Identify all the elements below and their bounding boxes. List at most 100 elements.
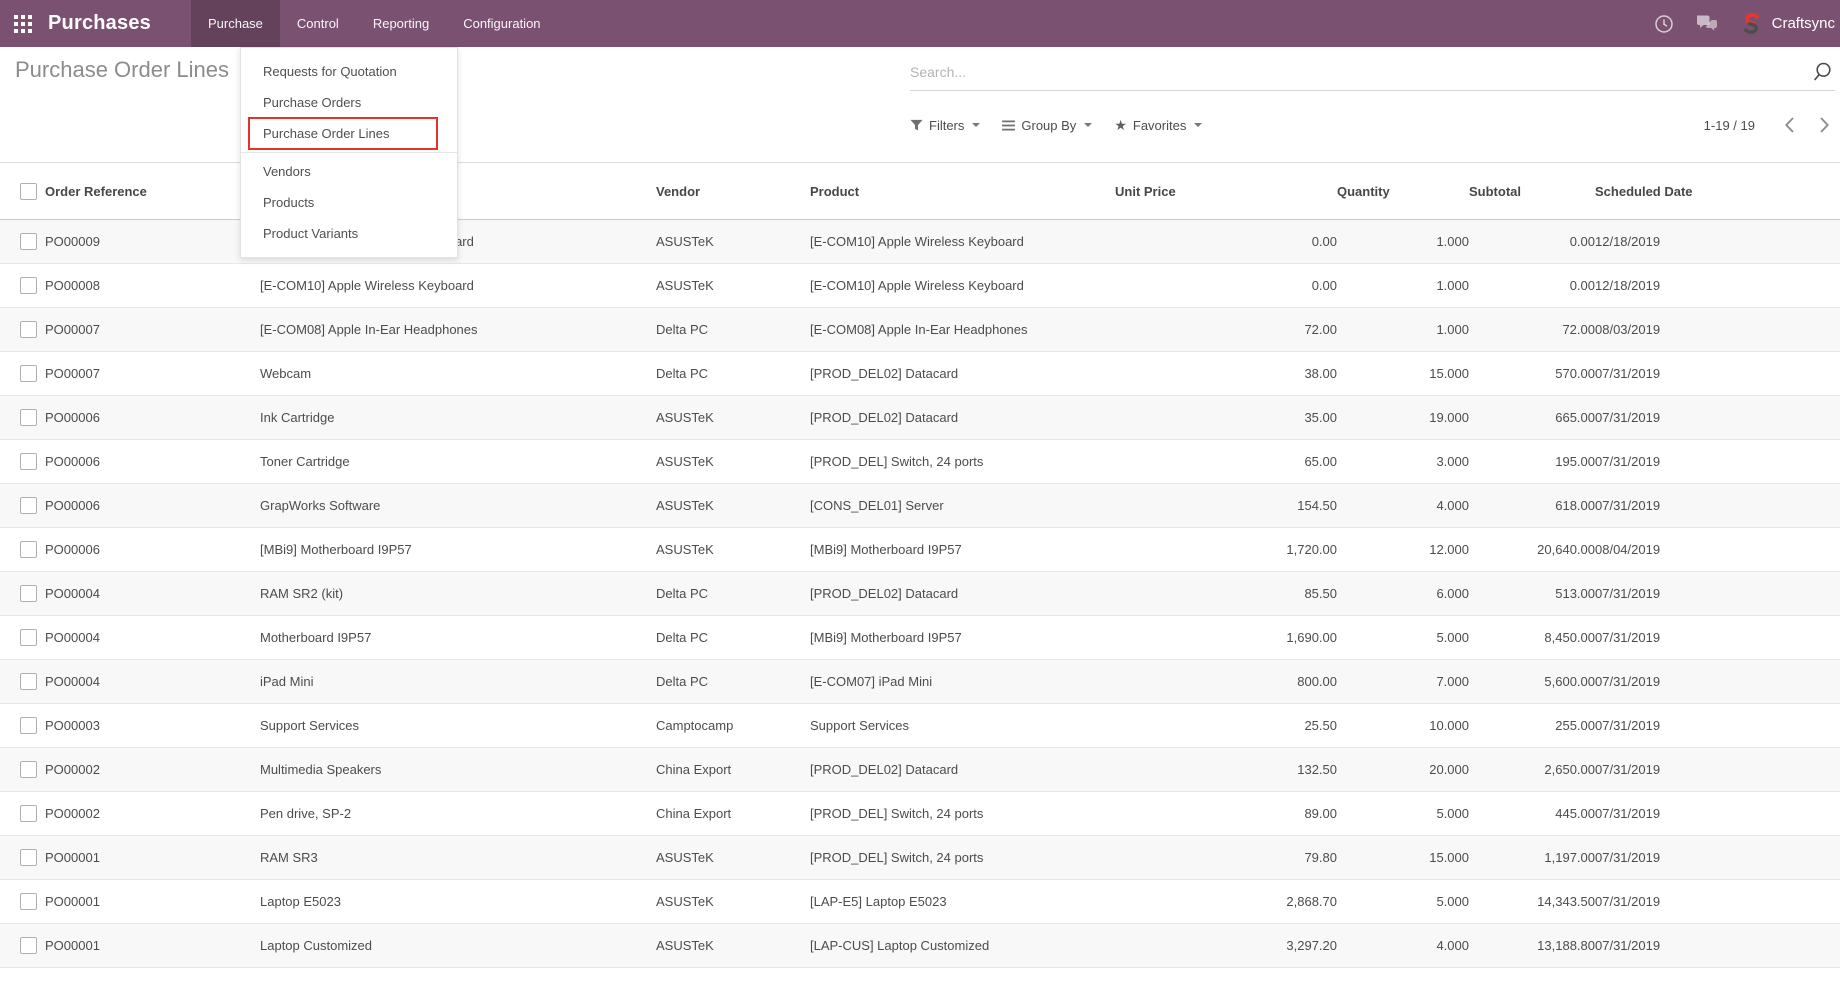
row-checkbox[interactable] [20,761,37,778]
table-row[interactable]: PO00001 Laptop Customized ASUSTeK [LAP-C… [0,924,1840,968]
cell-scheduled-date[interactable]: 07/31/2019 [1595,352,1840,396]
table-row[interactable]: PO00002 Multimedia Speakers China Export… [0,748,1840,792]
cell-order-reference[interactable]: PO00006 [45,528,260,572]
cell-vendor[interactable]: China Export [656,748,810,792]
cell-scheduled-date[interactable]: 08/03/2019 [1595,308,1840,352]
cell-product[interactable]: [PROD_DEL02] Datacard [810,572,1115,616]
row-checkbox[interactable] [20,321,37,338]
cell-vendor[interactable]: ASUSTeK [656,484,810,528]
cell-description[interactable]: Laptop Customized [260,924,656,968]
cell-quantity[interactable]: 20.000 [1337,748,1469,792]
row-checkbox[interactable] [20,805,37,822]
cell-subtotal[interactable]: 195.00 [1469,440,1595,484]
cell-subtotal[interactable]: 513.00 [1469,572,1595,616]
cell-scheduled-date[interactable]: 12/18/2019 [1595,264,1840,308]
user-menu[interactable]: Craftsync [1740,12,1835,35]
cell-product[interactable]: [E-COM08] Apple In-Ear Headphones [810,308,1115,352]
table-row[interactable]: PO00003 Support Services Camptocamp Supp… [0,704,1840,748]
cell-scheduled-date[interactable]: 07/31/2019 [1595,880,1840,924]
table-row[interactable]: PO00002 Pen drive, SP-2 China Export [PR… [0,792,1840,836]
cell-quantity[interactable]: 12.000 [1337,528,1469,572]
cell-subtotal[interactable]: 665.00 [1469,396,1595,440]
cell-subtotal[interactable]: 2,650.00 [1469,748,1595,792]
cell-vendor[interactable]: ASUSTeK [656,440,810,484]
favorites-button[interactable]: ★ Favorites [1114,118,1202,133]
activities-clock-icon[interactable] [1654,14,1674,34]
cell-quantity[interactable]: 19.000 [1337,396,1469,440]
cell-unit-price[interactable]: 79.80 [1115,836,1337,880]
messages-chat-icon[interactable] [1695,14,1719,33]
cell-subtotal[interactable]: 618.00 [1469,484,1595,528]
row-checkbox[interactable] [20,849,37,866]
select-all-checkbox[interactable] [20,183,37,200]
cell-quantity[interactable]: 4.000 [1337,484,1469,528]
group-by-button[interactable]: Group By [1002,118,1092,133]
row-checkbox[interactable] [20,453,37,470]
table-row[interactable]: PO00004 Motherboard I9P57 Delta PC [MBi9… [0,616,1840,660]
cell-order-reference[interactable]: PO00001 [45,836,260,880]
cell-unit-price[interactable]: 1,690.00 [1115,616,1337,660]
row-checkbox[interactable] [20,277,37,294]
cell-scheduled-date[interactable]: 07/31/2019 [1595,616,1840,660]
row-checkbox[interactable] [20,673,37,690]
cell-vendor[interactable]: Delta PC [656,572,810,616]
cell-order-reference[interactable]: PO00006 [45,396,260,440]
row-checkbox[interactable] [20,365,37,382]
cell-subtotal[interactable]: 0.00 [1469,220,1595,264]
row-checkbox[interactable] [20,629,37,646]
cell-quantity[interactable]: 5.000 [1337,792,1469,836]
cell-subtotal[interactable]: 20,640.00 [1469,528,1595,572]
cell-subtotal[interactable]: 13,188.80 [1469,924,1595,968]
pager-range[interactable]: 1-19 / 19 [1704,118,1755,133]
cell-subtotal[interactable]: 570.00 [1469,352,1595,396]
cell-subtotal[interactable]: 445.00 [1469,792,1595,836]
col-scheduled-date[interactable]: Scheduled Date [1595,163,1840,220]
cell-order-reference[interactable]: PO00001 [45,880,260,924]
cell-product[interactable]: [PROD_DEL] Switch, 24 ports [810,440,1115,484]
cell-quantity[interactable]: 1.000 [1337,264,1469,308]
table-row[interactable]: PO00008 [E-COM10] Apple Wireless Keyboar… [0,264,1840,308]
cell-description[interactable]: GrapWorks Software [260,484,656,528]
filters-button[interactable]: Filters [910,118,980,133]
cell-subtotal[interactable]: 0.00 [1469,264,1595,308]
cell-scheduled-date[interactable]: 07/31/2019 [1595,704,1840,748]
cell-unit-price[interactable]: 0.00 [1115,220,1337,264]
cell-quantity[interactable]: 15.000 [1337,352,1469,396]
cell-scheduled-date[interactable]: 12/18/2019 [1595,220,1840,264]
cell-scheduled-date[interactable]: 08/04/2019 [1595,528,1840,572]
cell-scheduled-date[interactable]: 07/31/2019 [1595,440,1840,484]
cell-description[interactable]: Multimedia Speakers [260,748,656,792]
cell-unit-price[interactable]: 1,720.00 [1115,528,1337,572]
table-row[interactable]: PO00007 [E-COM08] Apple In-Ear Headphone… [0,308,1840,352]
cell-vendor[interactable]: ASUSTeK [656,220,810,264]
cell-scheduled-date[interactable]: 07/31/2019 [1595,572,1840,616]
cell-product[interactable]: [LAP-CUS] Laptop Customized [810,924,1115,968]
cell-vendor[interactable]: China Export [656,792,810,836]
table-row[interactable]: PO00001 RAM SR3 ASUSTeK [PROD_DEL] Switc… [0,836,1840,880]
cell-product[interactable]: [E-COM10] Apple Wireless Keyboard [810,220,1115,264]
cell-order-reference[interactable]: PO00007 [45,308,260,352]
cell-quantity[interactable]: 1.000 [1337,308,1469,352]
row-checkbox[interactable] [20,937,37,954]
cell-vendor[interactable]: Delta PC [656,308,810,352]
cell-unit-price[interactable]: 0.00 [1115,264,1337,308]
cell-description[interactable]: Laptop E5023 [260,880,656,924]
cell-description[interactable]: Toner Cartridge [260,440,656,484]
row-checkbox[interactable] [20,717,37,734]
cell-quantity[interactable]: 1.000 [1337,220,1469,264]
cell-quantity[interactable]: 10.000 [1337,704,1469,748]
cell-unit-price[interactable]: 65.00 [1115,440,1337,484]
cell-order-reference[interactable]: PO00007 [45,352,260,396]
cell-vendor[interactable]: Camptocamp [656,704,810,748]
search-icon[interactable] [1809,61,1835,83]
cell-order-reference[interactable]: PO00006 [45,484,260,528]
table-row[interactable]: PO00004 RAM SR2 (kit) Delta PC [PROD_DEL… [0,572,1840,616]
cell-description[interactable]: [E-COM10] Apple Wireless Keyboard [260,264,656,308]
cell-quantity[interactable]: 4.000 [1337,924,1469,968]
cell-product[interactable]: [PROD_DEL02] Datacard [810,396,1115,440]
cell-vendor[interactable]: ASUSTeK [656,836,810,880]
menu-item-purchase-orders[interactable]: Purchase Orders [241,87,457,118]
cell-product[interactable]: [PROD_DEL02] Datacard [810,748,1115,792]
cell-scheduled-date[interactable]: 07/31/2019 [1595,484,1840,528]
cell-subtotal[interactable]: 1,197.00 [1469,836,1595,880]
